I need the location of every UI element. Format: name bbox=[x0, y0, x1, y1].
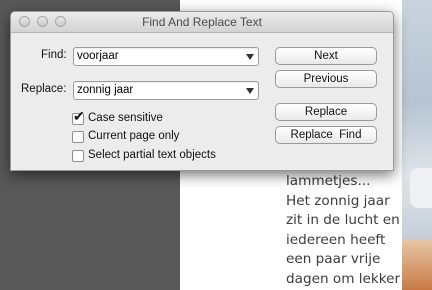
find-input[interactable]: voorjaar bbox=[77, 50, 119, 62]
document-line: zit in de lucht en bbox=[286, 212, 400, 228]
find-replace-dialog: Find And Replace Text Find: voorjaar Rep… bbox=[10, 11, 394, 171]
title-bar[interactable]: Find And Replace Text bbox=[11, 12, 393, 33]
replace-label: Replace: bbox=[21, 83, 67, 95]
checkbox-box[interactable] bbox=[72, 131, 84, 143]
find-label: Find: bbox=[41, 49, 67, 61]
replace-input[interactable]: zonnig jaar bbox=[77, 84, 133, 96]
document-text: lammetjes... Het zonnig jaar zit in de l… bbox=[286, 172, 401, 289]
dialog-title: Find And Replace Text bbox=[142, 15, 262, 29]
replace-button[interactable]: Replace bbox=[275, 103, 377, 121]
document-line: lammetjes... bbox=[286, 173, 371, 189]
replace-find-button[interactable]: Replace Find bbox=[275, 126, 377, 144]
checkbox-label[interactable]: Current page only bbox=[88, 130, 179, 142]
document-photo bbox=[402, 0, 432, 290]
document-line: een paar vrije bbox=[286, 251, 381, 267]
document-line: dagen om lekker bbox=[286, 270, 401, 287]
checkbox-label[interactable]: Case sensitive bbox=[88, 112, 163, 124]
chevron-down-icon[interactable] bbox=[246, 54, 254, 60]
find-combobox[interactable]: voorjaar bbox=[73, 47, 259, 66]
checkbox-label[interactable]: Select partial text objects bbox=[88, 149, 216, 161]
next-button[interactable]: Next bbox=[275, 47, 377, 65]
document-line: iedereen heeft bbox=[286, 231, 386, 248]
checkbox-box[interactable] bbox=[72, 150, 84, 162]
checkmark-icon: ✔ bbox=[73, 108, 85, 124]
document-line: Het zonnig jaar bbox=[286, 192, 390, 209]
chevron-down-icon[interactable] bbox=[246, 88, 254, 94]
previous-button[interactable]: Previous bbox=[275, 70, 377, 88]
replace-combobox[interactable]: zonnig jaar bbox=[73, 81, 259, 100]
